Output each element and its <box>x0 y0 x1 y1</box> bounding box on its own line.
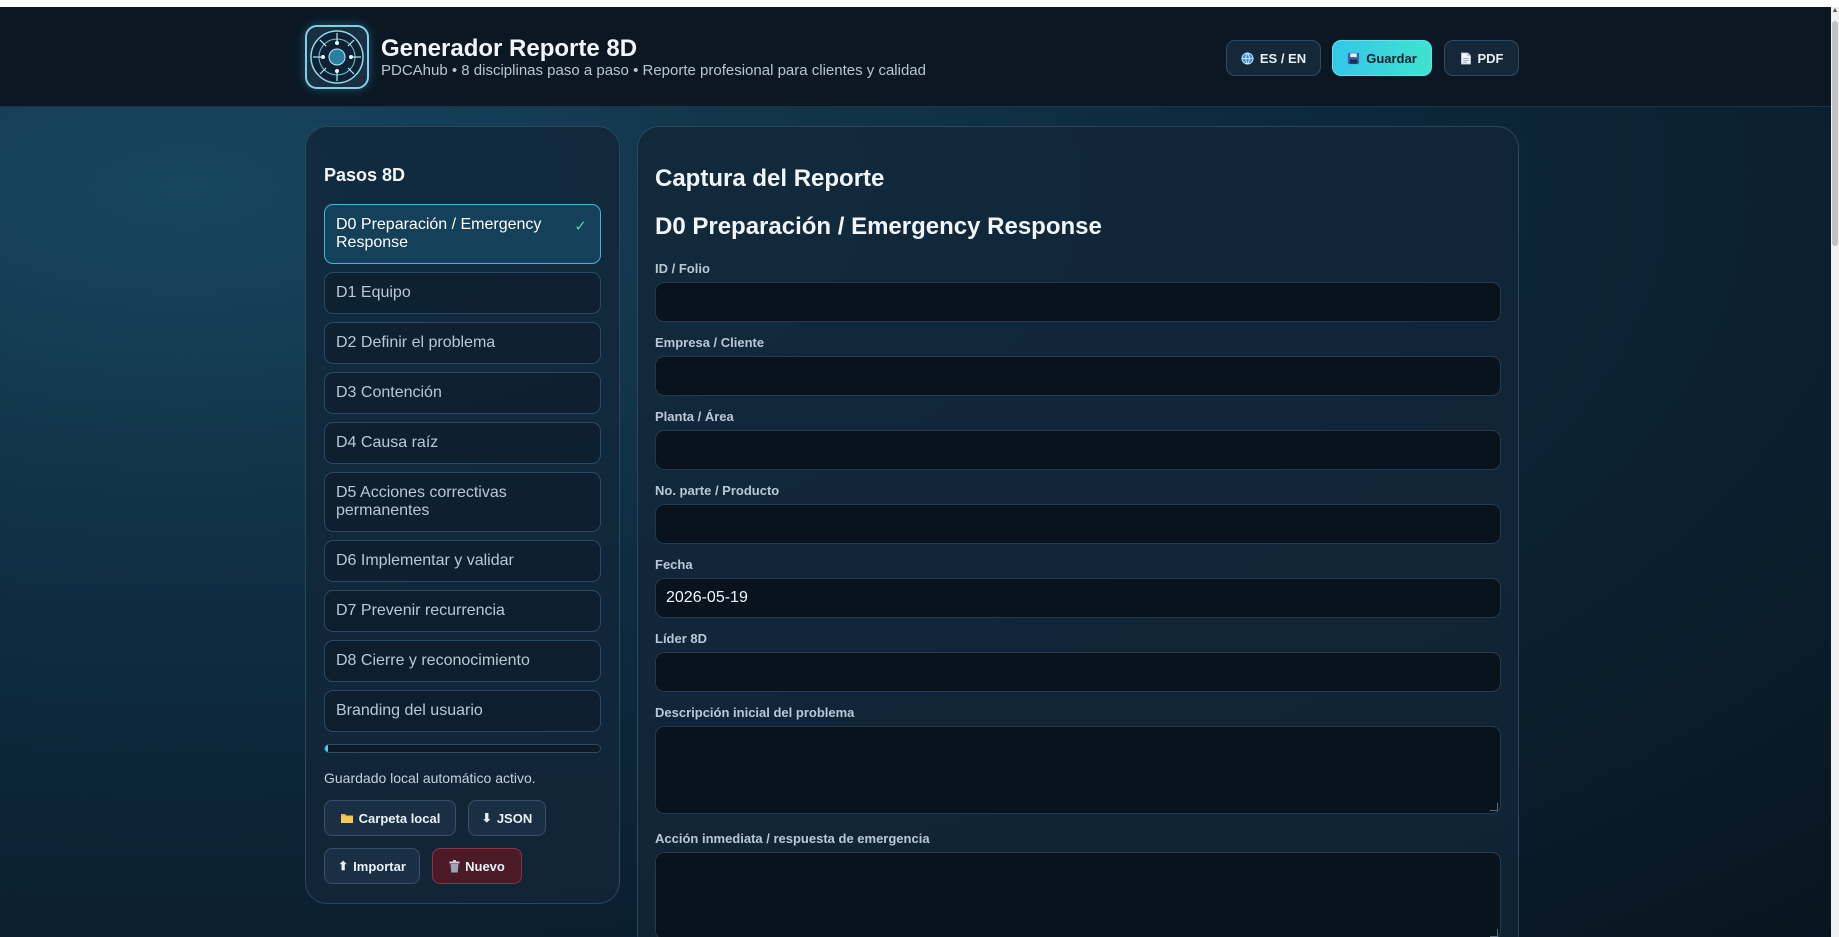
date-input[interactable]: 2026-05-19 <box>655 578 1501 618</box>
local-folder-label: Carpeta local <box>358 810 441 826</box>
floppy-disk-icon <box>1347 52 1360 65</box>
document-icon <box>1460 52 1472 65</box>
step-d5[interactable]: D5 Acciones correctivas permanentes <box>324 472 601 532</box>
step-d2[interactable]: D2 Definir el problema <box>324 322 601 364</box>
plant-area-input[interactable] <box>655 430 1501 470</box>
import-button[interactable]: ⬆ Importar <box>324 848 420 884</box>
pdf-button-label: PDF <box>1477 50 1504 66</box>
step-label: D1 Equipo <box>336 284 411 301</box>
step-d4[interactable]: D4 Causa raíz <box>324 422 601 464</box>
browser-top-strip <box>0 0 1839 7</box>
step-d7[interactable]: D7 Prevenir recurrencia <box>324 590 601 632</box>
step-branding[interactable]: Branding del usuario <box>324 690 601 732</box>
field-label-company: Empresa / Cliente <box>655 335 765 350</box>
step-d0[interactable]: D0 Preparación / Emergency Response ✓ <box>324 204 601 264</box>
globe-icon <box>1241 51 1254 65</box>
immediate-action-textarea[interactable] <box>655 852 1501 937</box>
pdf-export-button[interactable]: PDF <box>1444 40 1519 76</box>
field-label-date: Fecha <box>655 557 693 572</box>
form-title: Captura del Reporte <box>655 165 885 192</box>
step-label: D7 Prevenir recurrencia <box>336 602 505 619</box>
sidebar-title: Pasos 8D <box>324 165 406 185</box>
step-d6[interactable]: D6 Implementar y validar <box>324 540 601 582</box>
scroll-up-arrow-icon[interactable]: ▲ <box>1831 7 1839 14</box>
step-d8[interactable]: D8 Cierre y reconocimiento <box>324 640 601 682</box>
company-client-input[interactable] <box>655 356 1501 396</box>
check-icon: ✓ <box>574 218 587 235</box>
import-button-label: Importar <box>353 858 406 874</box>
resize-handle-icon[interactable] <box>1490 929 1498 937</box>
download-arrow-icon: ⬇ <box>481 811 492 825</box>
page-scrollbar[interactable]: ▲ <box>1831 7 1839 937</box>
step-d1[interactable]: D1 Equipo <box>324 272 601 314</box>
field-label-description: Descripción inicial del problema <box>655 705 855 720</box>
leader-8d-input[interactable] <box>655 652 1501 692</box>
autosave-status: Guardado local automático activo. <box>324 770 536 786</box>
progress-fill <box>325 745 328 752</box>
new-report-button[interactable]: Nuevo <box>432 848 522 884</box>
language-toggle-button[interactable]: ES / EN <box>1226 40 1321 76</box>
step-label: D2 Definir el problema <box>336 334 496 351</box>
json-button-label: JSON <box>496 810 533 826</box>
problem-description-textarea[interactable] <box>655 726 1501 814</box>
upload-arrow-icon: ⬆ <box>338 859 349 873</box>
step-label: D3 Contención <box>336 384 442 401</box>
step-d3[interactable]: D3 Contención <box>324 372 601 414</box>
save-button-label: Guardar <box>1366 50 1417 66</box>
app-header: Generador Reporte 8D PDCAhub • 8 discipl… <box>0 7 1831 107</box>
app-title: Generador Reporte 8D <box>381 35 638 62</box>
pdcahub-logo-icon <box>305 25 369 89</box>
local-folder-button[interactable]: Carpeta local <box>324 800 456 836</box>
step-label: D8 Cierre y reconocimiento <box>336 652 530 669</box>
step-label: D0 Preparación / Emergency Response <box>336 216 542 251</box>
language-toggle-label: ES / EN <box>1259 50 1307 66</box>
field-label-plant: Planta / Área <box>655 409 734 424</box>
resize-handle-icon[interactable] <box>1490 803 1498 811</box>
part-product-input[interactable] <box>655 504 1501 544</box>
folder-icon <box>340 812 354 824</box>
field-label-part: No. parte / Producto <box>655 483 780 498</box>
progress-bar <box>324 744 601 753</box>
app-subtitle: PDCAhub • 8 disciplinas paso a paso • Re… <box>381 62 926 79</box>
steps-sidebar: Pasos 8D D0 Preparación / Emergency Resp… <box>305 126 620 904</box>
section-title: D0 Preparación / Emergency Response <box>655 213 1102 240</box>
id-folio-input[interactable] <box>655 282 1501 322</box>
scrollbar-thumb[interactable] <box>1832 21 1838 246</box>
field-label-immediate-action: Acción inmediata / respuesta de emergenc… <box>655 831 930 846</box>
step-label: D4 Causa raíz <box>336 434 439 451</box>
report-form-panel: Captura del Reporte D0 Preparación / Eme… <box>637 126 1519 937</box>
step-label: Branding del usuario <box>336 702 483 719</box>
save-button[interactable]: Guardar <box>1332 40 1432 76</box>
field-label-id: ID / Folio <box>655 261 710 276</box>
trash-icon <box>449 859 460 873</box>
field-label-leader: Líder 8D <box>655 631 708 646</box>
step-label: D6 Implementar y validar <box>336 552 514 569</box>
step-label: D5 Acciones correctivas permanentes <box>336 484 507 519</box>
json-export-button[interactable]: ⬇ JSON <box>468 800 546 836</box>
new-button-label: Nuevo <box>465 858 505 874</box>
